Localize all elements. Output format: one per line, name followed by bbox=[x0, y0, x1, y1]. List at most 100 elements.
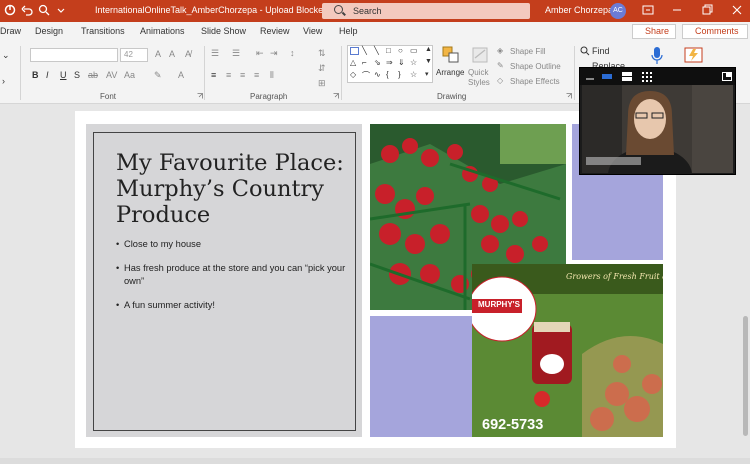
curve-shape-icon[interactable]: ∿ bbox=[374, 70, 381, 79]
drawing-dialog-launcher-icon[interactable] bbox=[566, 93, 572, 99]
tab-draw[interactable]: Draw bbox=[0, 26, 21, 36]
shapes-gallery[interactable]: ╲ ╲ □ ○ ▭ △ ⌐ ⇘ ⇒ ⇓ ☆ ◇ ⌒ ∿ { } ☆ ▲ ▼ ▾ bbox=[347, 45, 433, 83]
gallery-view-icon[interactable] bbox=[622, 72, 632, 81]
designer-icon[interactable] bbox=[684, 45, 704, 65]
shrink-font-icon[interactable]: A bbox=[169, 49, 175, 59]
minimize-icon[interactable] bbox=[586, 73, 594, 81]
font-name-input[interactable] bbox=[30, 48, 118, 62]
quick-styles-icon[interactable] bbox=[472, 46, 490, 66]
decrease-indent-icon[interactable]: ⇤ bbox=[256, 48, 264, 59]
speaker-view-icon[interactable] bbox=[602, 72, 612, 81]
triangle-shape-icon[interactable]: △ bbox=[350, 58, 356, 67]
tab-view[interactable]: View bbox=[303, 26, 322, 36]
text-box-shape-icon[interactable] bbox=[350, 47, 359, 55]
arrow-shape-icon[interactable]: ⇓ bbox=[398, 58, 405, 67]
undo-icon[interactable] bbox=[21, 4, 33, 16]
curve-shape-icon[interactable]: ⌒ bbox=[362, 70, 370, 81]
arrow-shape-icon[interactable]: ⇒ bbox=[386, 58, 393, 67]
dictate-microphone-icon[interactable] bbox=[650, 46, 664, 66]
slide-title[interactable]: My Favourite Place: Murphy’s Country Pro… bbox=[116, 150, 356, 228]
character-spacing-icon[interactable]: AV bbox=[106, 70, 117, 80]
star-shape-icon[interactable]: ☆ bbox=[410, 70, 417, 79]
shape-outline-icon[interactable]: ✎ bbox=[497, 61, 504, 70]
arrange-button[interactable]: Arrange bbox=[436, 68, 464, 77]
star-shape-icon[interactable]: ☆ bbox=[410, 58, 417, 67]
arrange-icon[interactable] bbox=[442, 46, 460, 66]
reset-chevron-icon[interactable]: › bbox=[2, 76, 5, 86]
paragraph-dialog-launcher-icon[interactable] bbox=[333, 93, 339, 99]
oval-shape-icon[interactable]: ○ bbox=[398, 46, 403, 55]
redo-icon[interactable] bbox=[38, 4, 52, 16]
quick-styles-button[interactable]: Quick Styles bbox=[468, 68, 494, 88]
justify-icon[interactable]: ≡ bbox=[254, 70, 259, 80]
participant-video-frame bbox=[582, 85, 733, 173]
font-dialog-launcher-icon[interactable] bbox=[197, 93, 203, 99]
arrow-shape-icon[interactable]: ⇘ bbox=[374, 58, 381, 67]
layout-chevron-icon[interactable]: ⌄ bbox=[2, 50, 10, 61]
align-center-icon[interactable]: ≡ bbox=[226, 70, 231, 80]
line-spacing-icon[interactable]: ↕ bbox=[290, 48, 295, 58]
font-color-icon[interactable]: A bbox=[178, 70, 184, 80]
numbering-icon[interactable]: ☰ bbox=[232, 48, 240, 59]
murphys-ad-image[interactable]: Growers of Fresh Fruit and MURPHY'S 692-… bbox=[472, 264, 663, 437]
align-left-icon[interactable]: ≡ bbox=[211, 70, 216, 80]
text-direction-icon[interactable]: ⇅ bbox=[318, 48, 326, 59]
shape-fill-icon[interactable]: ◈ bbox=[497, 46, 503, 55]
gallery-up-icon[interactable]: ▲ bbox=[425, 46, 432, 53]
bold-icon[interactable]: B bbox=[32, 70, 39, 80]
bullet-list[interactable]: Close to my house Has fresh produce at t… bbox=[116, 238, 346, 323]
align-right-icon[interactable]: ≡ bbox=[240, 70, 245, 80]
change-case-icon[interactable]: Aa bbox=[124, 70, 135, 80]
shape-effects-button[interactable]: Shape Effects bbox=[510, 77, 560, 86]
minimize-icon[interactable] bbox=[670, 3, 684, 17]
tab-help[interactable]: Help bbox=[339, 26, 358, 36]
gallery-down-icon[interactable]: ▼ bbox=[425, 58, 432, 65]
shape-effects-icon[interactable]: ◇ bbox=[497, 76, 503, 85]
increase-indent-icon[interactable]: ⇥ bbox=[270, 48, 278, 59]
gallery-more-icon[interactable]: ▾ bbox=[425, 70, 429, 78]
highlight-icon[interactable]: ✎ bbox=[154, 70, 162, 81]
document-title: InternationalOnlineTalk_AmberChorzepa - … bbox=[95, 5, 329, 15]
grid-view-icon[interactable] bbox=[642, 72, 652, 82]
restore-icon[interactable] bbox=[700, 3, 714, 17]
rectangle-shape-icon[interactable]: □ bbox=[386, 46, 391, 55]
search-box[interactable]: Search bbox=[322, 3, 530, 19]
video-call-window[interactable] bbox=[579, 67, 736, 175]
tab-animations[interactable]: Animations bbox=[140, 26, 185, 36]
underline-icon[interactable]: U bbox=[60, 70, 67, 80]
arrow-shape-icon[interactable]: ⌐ bbox=[362, 58, 367, 67]
scrollbar-thumb[interactable] bbox=[743, 316, 748, 436]
line-shape-icon[interactable]: ╲ bbox=[374, 46, 379, 55]
exit-minimized-icon[interactable] bbox=[722, 72, 732, 81]
smartart-icon[interactable]: ⊞ bbox=[318, 78, 326, 89]
shadow-icon[interactable]: S bbox=[74, 70, 80, 80]
vertical-scrollbar[interactable] bbox=[741, 106, 750, 456]
line-shape-icon[interactable]: ╲ bbox=[362, 46, 367, 55]
shape-fill-button[interactable]: Shape Fill bbox=[510, 47, 546, 56]
find-button[interactable]: Find bbox=[592, 46, 610, 56]
align-text-icon[interactable]: ⇵ bbox=[318, 63, 326, 74]
flowchart-shape-icon[interactable]: ◇ bbox=[350, 70, 356, 79]
tab-transitions[interactable]: Transitions bbox=[81, 26, 125, 36]
ribbon-display-icon[interactable] bbox=[641, 3, 655, 17]
brace-shape-icon[interactable]: } bbox=[398, 70, 401, 79]
close-icon[interactable] bbox=[730, 3, 744, 17]
find-icon[interactable] bbox=[580, 46, 590, 56]
comments-button[interactable]: Comments bbox=[682, 24, 748, 39]
font-size-input[interactable]: 42 bbox=[120, 48, 148, 62]
tab-slide-show[interactable]: Slide Show bbox=[201, 26, 246, 36]
shape-outline-button[interactable]: Shape Outline bbox=[510, 62, 561, 71]
rectangle-shape-icon[interactable]: ▭ bbox=[410, 46, 418, 55]
quick-access-dropdown-icon[interactable] bbox=[56, 4, 66, 16]
columns-icon[interactable]: ⫴ bbox=[270, 70, 274, 81]
avatar[interactable]: AC bbox=[610, 3, 626, 19]
tab-review[interactable]: Review bbox=[260, 26, 290, 36]
bullets-icon[interactable]: ☰ bbox=[211, 48, 219, 59]
strikethrough-icon[interactable]: ab bbox=[88, 70, 98, 80]
grow-font-icon[interactable]: A bbox=[155, 49, 161, 59]
tab-design[interactable]: Design bbox=[35, 26, 63, 36]
clear-formatting-icon[interactable]: A̸ bbox=[185, 49, 191, 59]
brace-shape-icon[interactable]: { bbox=[386, 70, 389, 79]
italic-icon[interactable]: I bbox=[46, 70, 49, 80]
share-button[interactable]: Share bbox=[632, 24, 676, 39]
